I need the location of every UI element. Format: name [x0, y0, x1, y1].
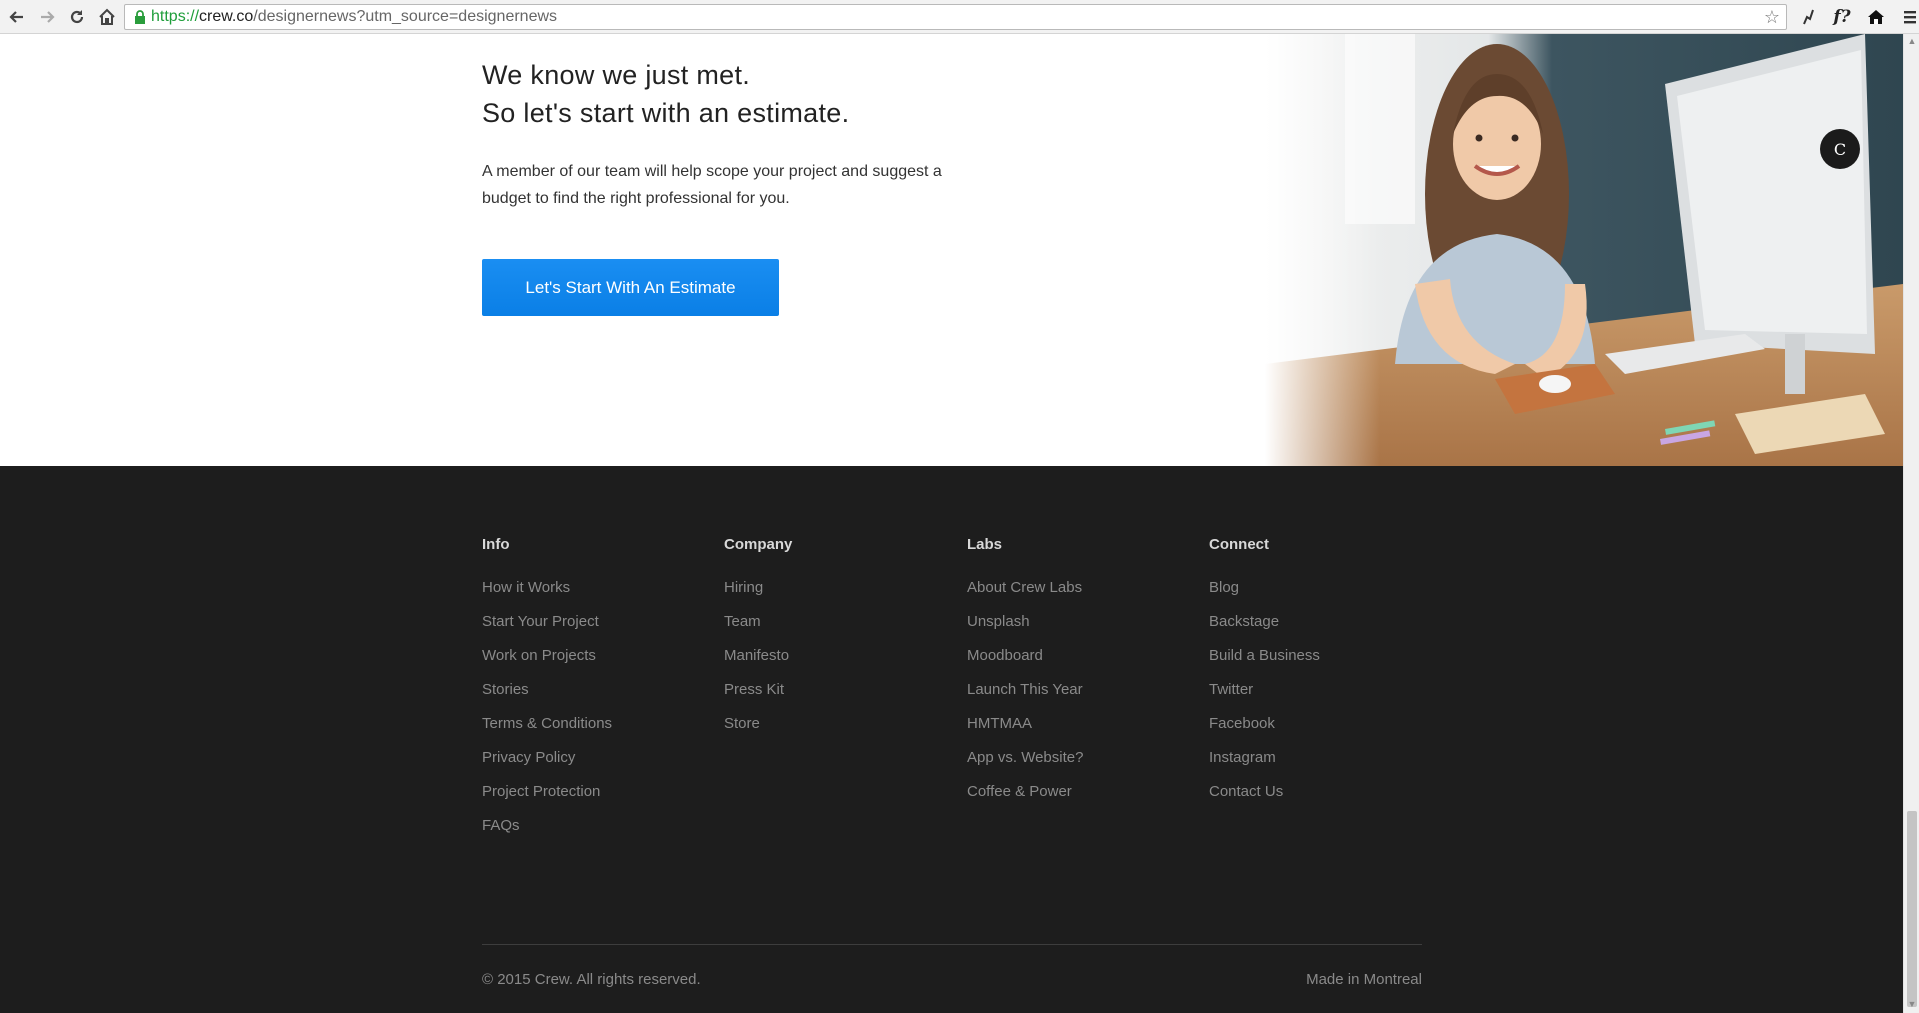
estimate-section: We know we just met. So let's start with… [0, 34, 1903, 466]
back-icon[interactable] [4, 4, 30, 30]
copyright-text: © 2015 Crew. All rights reserved. [482, 971, 701, 988]
footer-link[interactable]: Start Your Project [482, 605, 612, 639]
footer-column-info: Info How it Works Start Your Project Wor… [482, 536, 612, 843]
footer-link[interactable]: About Crew Labs [967, 571, 1083, 605]
footer-column-company: Company Hiring Team Manifesto Press Kit … [724, 536, 792, 741]
page-scrollbar[interactable]: ▲ ▼ [1903, 34, 1919, 1013]
home-icon[interactable] [94, 4, 120, 30]
extension-icons: f? [1795, 4, 1919, 30]
footer-link[interactable]: Twitter [1209, 673, 1320, 707]
footer-column-labs: Labs About Crew Labs Unsplash Moodboard … [967, 536, 1083, 809]
page-content: We know we just met. So let's start with… [0, 34, 1903, 1013]
footer-link[interactable]: Instagram [1209, 741, 1320, 775]
made-in-text: Made in Montreal [1306, 971, 1422, 988]
footer-link[interactable]: Facebook [1209, 707, 1320, 741]
footer-link[interactable]: Build a Business [1209, 639, 1320, 673]
reload-icon[interactable] [64, 4, 90, 30]
footer-link[interactable]: How it Works [482, 571, 612, 605]
footer-link[interactable]: Manifesto [724, 639, 792, 673]
footer-link[interactable]: Blog [1209, 571, 1320, 605]
estimate-copy: We know we just met. So let's start with… [482, 56, 1002, 212]
footer-link[interactable]: Moodboard [967, 639, 1083, 673]
footer-link[interactable]: Privacy Policy [482, 741, 612, 775]
footer-link[interactable]: Backstage [1209, 605, 1320, 639]
start-estimate-button[interactable]: Let's Start With An Estimate [482, 259, 779, 316]
headline-line-1: We know we just met. [482, 60, 751, 90]
footer-link[interactable]: App vs. Website? [967, 741, 1083, 775]
footer-link[interactable]: Coffee & Power [967, 775, 1083, 809]
footer-column-title: Connect [1209, 536, 1269, 553]
footer-link[interactable]: Hiring [724, 571, 792, 605]
forward-icon[interactable] [34, 4, 60, 30]
footer-column-title: Labs [967, 536, 1003, 553]
footer-link[interactable]: Stories [482, 673, 612, 707]
footer-column-title: Info [482, 536, 510, 553]
nav-buttons [0, 4, 122, 30]
lock-icon [129, 10, 151, 24]
footer-link[interactable]: Press Kit [724, 673, 792, 707]
browser-toolbar: https://crew.co/designernews?utm_source=… [0, 0, 1919, 34]
url-path: /designernews?utm_source=designernews [253, 8, 558, 25]
footer-link[interactable]: Launch This Year [967, 673, 1083, 707]
footer-divider [482, 944, 1422, 945]
footer-link[interactable]: FAQs [482, 809, 612, 843]
extension-icon[interactable] [1795, 4, 1821, 30]
footer-column-connect: Connect Blog Backstage Build a Business … [1209, 536, 1320, 809]
site-footer: Info How it Works Start Your Project Wor… [0, 466, 1903, 1013]
scrollbar-thumb[interactable] [1907, 811, 1917, 1007]
home-extension-icon[interactable] [1863, 4, 1889, 30]
url-host: crew.co [199, 8, 254, 25]
footer-link[interactable]: Store [724, 707, 792, 741]
footer-link[interactable]: Contact Us [1209, 775, 1320, 809]
footer-column-title: Company [724, 536, 793, 553]
address-bar[interactable]: https://crew.co/designernews?utm_source=… [124, 4, 1787, 30]
footer-link[interactable]: Team [724, 605, 792, 639]
headline: We know we just met. So let's start with… [482, 56, 1002, 132]
scroll-up-arrow-icon[interactable]: ▲ [1907, 36, 1917, 46]
footer-link[interactable]: Work on Projects [482, 639, 612, 673]
headline-line-2: So let's start with an estimate. [482, 98, 850, 128]
bookmark-star-icon[interactable]: ☆ [1764, 7, 1780, 28]
footer-link[interactable]: Unsplash [967, 605, 1083, 639]
menu-icon[interactable] [1897, 4, 1919, 30]
estimate-description: A member of our team will help scope you… [482, 163, 942, 207]
footer-link[interactable]: HMTMAA [967, 707, 1083, 741]
team-member-photo: C [1265, 34, 1903, 466]
scroll-down-arrow-icon[interactable]: ▼ [1907, 999, 1917, 1009]
url-protocol: https:// [151, 8, 200, 25]
font-inspector-icon[interactable]: f? [1829, 4, 1855, 30]
footer-link[interactable]: Terms & Conditions [482, 707, 612, 741]
footer-link[interactable]: Project Protection [482, 775, 612, 809]
